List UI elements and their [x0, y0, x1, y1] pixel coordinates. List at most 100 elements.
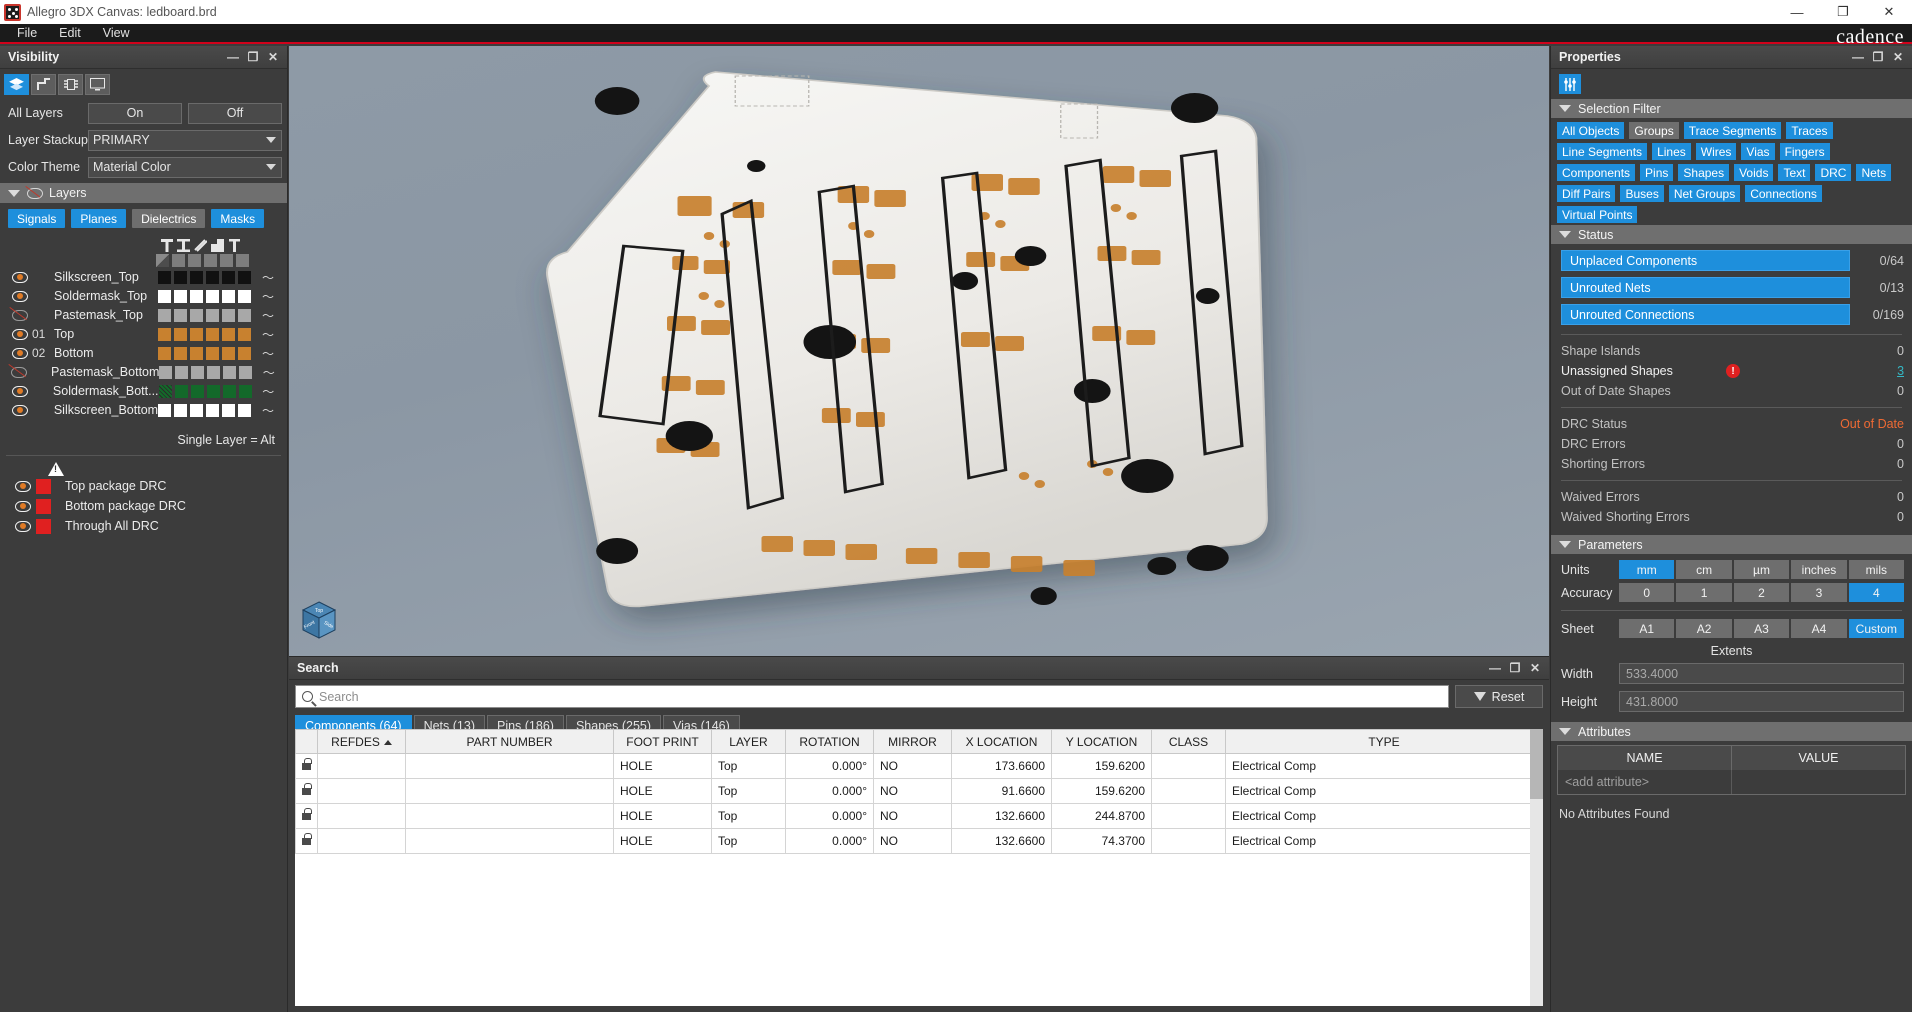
layer-color-swatch[interactable] — [207, 365, 221, 379]
layer-color-swatch[interactable] — [222, 403, 236, 417]
layer-row[interactable]: 02 Bottom 〜 — [8, 344, 279, 362]
height-input[interactable]: 431.8000 — [1619, 691, 1904, 712]
cell-refdes[interactable] — [317, 803, 406, 829]
layer-row[interactable]: Pastemask_Top 〜 — [8, 306, 279, 324]
col-layer[interactable]: LAYER — [711, 729, 786, 754]
cell-class[interactable] — [1151, 803, 1226, 829]
cell-mirror[interactable]: NO — [873, 778, 952, 804]
units-option-inches[interactable]: inches — [1791, 560, 1847, 579]
cell-x-location[interactable]: 132.6600 — [951, 803, 1052, 829]
cell-foot-print[interactable]: HOLE — [613, 778, 712, 804]
row-lock-cell[interactable] — [295, 778, 318, 804]
cell-refdes[interactable] — [317, 828, 406, 854]
window-minimize-button[interactable]: — — [1774, 0, 1820, 24]
sheet-option-custom[interactable]: Custom — [1848, 619, 1905, 638]
col-y-location[interactable]: Y LOCATION — [1051, 729, 1152, 754]
layer-color-swatch[interactable] — [190, 403, 204, 417]
chip-signals[interactable]: Signals — [8, 209, 66, 228]
cell-rotation[interactable]: 0.000° — [785, 828, 874, 854]
layer-color-swatch[interactable] — [206, 270, 219, 284]
layer-color-swatch[interactable] — [190, 327, 203, 341]
status-header[interactable]: Status — [1551, 225, 1912, 244]
cell-part-number[interactable] — [405, 778, 614, 804]
layer-color-swatch[interactable] — [206, 289, 219, 303]
cell-foot-print[interactable]: HOLE — [613, 828, 712, 854]
cell-class[interactable] — [1151, 753, 1226, 779]
layers-section-header[interactable]: Layers — [0, 183, 287, 203]
cell-part-number[interactable] — [405, 828, 614, 854]
layer-row[interactable]: Silkscreen_Top 〜 — [8, 268, 279, 286]
chip-planes[interactable]: Planes — [71, 209, 127, 228]
filter-chip-vias[interactable]: Vias — [1741, 143, 1775, 160]
drc-visibility-toggle[interactable] — [10, 520, 36, 532]
col-class[interactable]: CLASS — [1151, 729, 1226, 754]
filter-chip-virtual-points[interactable]: Virtual Points — [1557, 206, 1638, 223]
units-option-mm[interactable]: mm — [1619, 560, 1675, 579]
cell-type[interactable]: Electrical Comp — [1225, 753, 1543, 779]
layer-color-swatch[interactable] — [190, 289, 203, 303]
col-lock[interactable] — [295, 729, 318, 754]
layer-color-swatch[interactable] — [174, 346, 187, 360]
layer-visibility-toggle[interactable] — [8, 328, 32, 340]
layer-visibility-toggle[interactable] — [8, 366, 30, 378]
master-swatch[interactable] — [220, 254, 233, 267]
layers-icon[interactable] — [4, 74, 29, 95]
menu-file[interactable]: File — [6, 23, 48, 43]
layer-color-swatch[interactable] — [158, 308, 171, 322]
scrollbar-thumb[interactable] — [1530, 729, 1543, 799]
layer-color-swatch[interactable] — [158, 289, 171, 303]
filter-chip-pins[interactable]: Pins — [1640, 164, 1674, 181]
layer-color-swatch[interactable] — [206, 384, 220, 398]
view-orientation-cube[interactable]: Top Front Side — [301, 600, 337, 642]
cell-x-location[interactable]: 91.6600 — [951, 778, 1052, 804]
layer-pattern-icon[interactable]: 〜 — [257, 307, 279, 324]
unplaced-components-button[interactable]: Unplaced Components — [1561, 250, 1850, 271]
master-swatch[interactable] — [172, 254, 185, 267]
layer-color-swatch[interactable] — [191, 365, 205, 379]
layer-color-swatch[interactable] — [238, 327, 251, 341]
parameters-header[interactable]: Parameters — [1551, 535, 1912, 554]
window-maximize-button[interactable]: ❐ — [1820, 0, 1866, 24]
master-swatch[interactable] — [204, 254, 217, 267]
cell-x-location[interactable]: 173.6600 — [951, 753, 1052, 779]
filter-chip-text[interactable]: Text — [1778, 164, 1811, 181]
menu-edit[interactable]: Edit — [48, 23, 92, 43]
drc-legend-row[interactable]: Bottom package DRC — [0, 496, 287, 516]
table-vertical-scrollbar[interactable] — [1530, 729, 1543, 1006]
layer-pattern-icon[interactable]: 〜 — [257, 326, 279, 343]
layer-row[interactable]: Soldermask_Bott... 〜 — [8, 382, 279, 400]
display-icon[interactable] — [85, 74, 110, 95]
cell-rotation[interactable]: 0.000° — [785, 803, 874, 829]
layer-pattern-icon[interactable]: 〜 — [257, 269, 279, 286]
layer-visibility-toggle[interactable] — [8, 404, 32, 416]
layer-color-swatch[interactable] — [239, 365, 253, 379]
layer-color-swatch[interactable] — [175, 365, 189, 379]
layer-visibility-toggle[interactable] — [8, 347, 32, 359]
menu-view[interactable]: View — [92, 23, 141, 43]
layer-color-swatch[interactable] — [158, 327, 171, 341]
layer-pattern-icon[interactable]: 〜 — [258, 383, 279, 400]
layer-color-swatch[interactable] — [190, 308, 203, 322]
accuracy-option-2[interactable]: 2 — [1733, 583, 1790, 602]
layer-color-swatch[interactable] — [238, 308, 251, 322]
route-icon[interactable] — [31, 74, 56, 95]
cell-class[interactable] — [1151, 828, 1226, 854]
drc-visibility-toggle[interactable] — [10, 500, 36, 512]
cell-foot-print[interactable]: HOLE — [613, 803, 712, 829]
cell-foot-print[interactable]: HOLE — [613, 753, 712, 779]
layer-color-swatch[interactable] — [222, 327, 235, 341]
col-part-number[interactable]: PART NUMBER — [405, 729, 614, 754]
sheet-option-a4[interactable]: A4 — [1791, 619, 1847, 638]
reset-filter-button[interactable]: Reset — [1455, 685, 1543, 708]
accuracy-option-1[interactable]: 1 — [1676, 583, 1732, 602]
layer-pattern-icon[interactable]: 〜 — [257, 288, 279, 305]
selection-filter-header[interactable]: Selection Filter — [1551, 99, 1912, 118]
row-lock-cell[interactable] — [295, 803, 318, 829]
layer-color-swatch[interactable] — [174, 384, 188, 398]
layer-color-swatch[interactable] — [222, 384, 236, 398]
layer-color-swatch[interactable] — [174, 403, 188, 417]
drc-color-swatch[interactable] — [36, 498, 51, 514]
col-rotation[interactable]: ROTATION — [785, 729, 874, 754]
sheet-option-a2[interactable]: A2 — [1676, 619, 1732, 638]
unrouted-nets-button[interactable]: Unrouted Nets — [1561, 277, 1850, 298]
